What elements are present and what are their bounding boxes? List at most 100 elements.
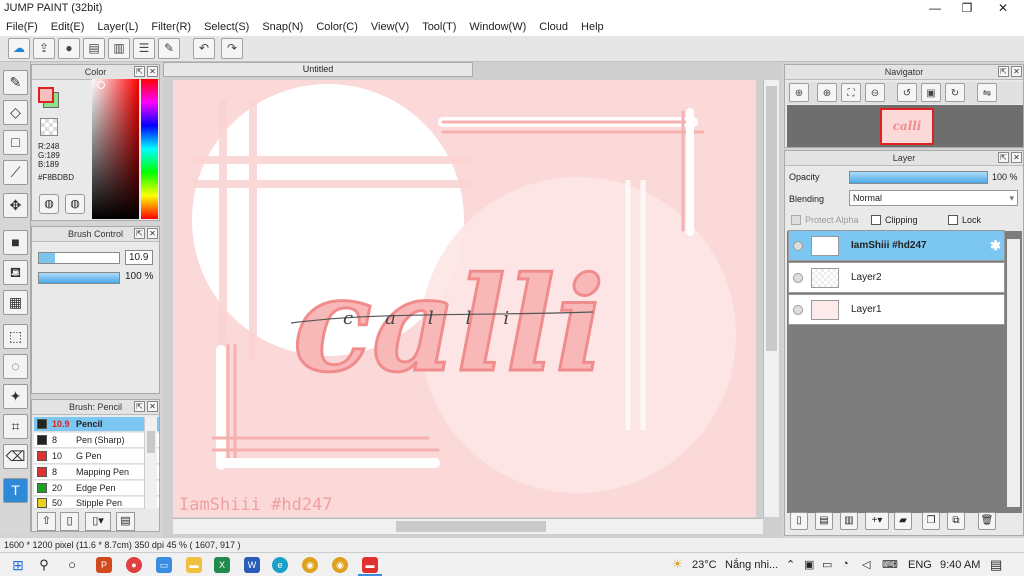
menu-snap[interactable]: Snap(N): [256, 21, 310, 33]
windows-start-icon[interactable]: ⊞: [10, 557, 26, 573]
flip-icon[interactable]: ⇋: [977, 83, 997, 102]
text-tool-icon[interactable]: T: [3, 478, 28, 503]
palette-icon[interactable]: ◍: [39, 194, 59, 214]
edit-list-icon[interactable]: ✎: [158, 38, 180, 59]
brush-size-slider[interactable]: [38, 252, 120, 264]
canvas[interactable]: calli calli IamShiii #hd247: [173, 80, 756, 517]
visibility-icon[interactable]: [793, 240, 803, 251]
brush-item-g-pen[interactable]: 10 G Pen: [34, 449, 159, 464]
document-tab[interactable]: Untitled: [163, 62, 473, 77]
layer-list-scrollbar[interactable]: [1007, 239, 1020, 507]
new-raster-layer-icon[interactable]: ▤: [815, 512, 833, 530]
hue-slider[interactable]: [141, 79, 158, 219]
brush-item-mapping-pen[interactable]: 8 Mapping Pen: [34, 465, 159, 480]
language-indicator[interactable]: ENG: [908, 559, 932, 571]
rectangle-tool-icon[interactable]: □: [3, 130, 28, 155]
zoom-in-icon[interactable]: ⊕: [817, 83, 837, 102]
brush-opacity-slider[interactable]: [38, 272, 120, 284]
undock-icon[interactable]: ⇱: [998, 152, 1009, 163]
brush-settings-doc-icon[interactable]: ▤: [116, 512, 135, 531]
document-icon[interactable]: ▥: [108, 38, 130, 59]
vertical-scroll-thumb[interactable]: [766, 86, 777, 351]
menu-edit[interactable]: Edit(E): [45, 21, 92, 33]
brush-list-scrollbar[interactable]: [144, 417, 157, 509]
saturation-value-picker[interactable]: [92, 79, 139, 219]
layer-row-text[interactable]: IamShiii #hd247 ✱: [788, 230, 1005, 261]
close-icon[interactable]: ✕: [1011, 152, 1022, 163]
undock-icon[interactable]: ⇱: [998, 66, 1009, 77]
move-tool-icon[interactable]: ✥: [3, 193, 28, 218]
battery-icon[interactable]: ▭: [822, 558, 832, 571]
fill-rect-tool-icon[interactable]: ■: [3, 230, 28, 255]
brush-upload-icon[interactable]: ⇧: [37, 512, 56, 531]
word-icon[interactable]: W: [244, 557, 260, 573]
canvas-vertical-scrollbar[interactable]: [763, 80, 779, 517]
close-button[interactable]: ✕: [986, 0, 1020, 17]
volume-icon[interactable]: ◁: [862, 558, 870, 571]
zoom-out-icon[interactable]: ⊖: [865, 83, 885, 102]
brush-tool-icon[interactable]: ✎: [3, 70, 28, 95]
navigator-preview-area[interactable]: calli: [787, 105, 1023, 147]
cloud-icon[interactable]: ☁: [8, 38, 30, 59]
bucket-tool-icon[interactable]: ⛾: [3, 260, 28, 285]
chrome-icon[interactable]: ◉: [302, 557, 318, 573]
redo-icon[interactable]: ↷: [221, 38, 243, 59]
excel-icon[interactable]: X: [214, 557, 230, 573]
main-color-swatch[interactable]: [38, 87, 54, 103]
clipping-checkbox[interactable]: [871, 215, 881, 225]
canvas-horizontal-scrollbar[interactable]: [173, 518, 763, 534]
menu-window[interactable]: Window(W): [463, 21, 533, 33]
clock[interactable]: 9:40 AM: [940, 559, 980, 571]
close-icon[interactable]: ✕: [1011, 66, 1022, 77]
palette-edit-icon[interactable]: ◍: [65, 194, 85, 214]
merge-layer-icon[interactable]: ⧉: [947, 512, 965, 530]
duplicate-layer-icon[interactable]: ❐: [922, 512, 940, 530]
layer-row-layer2[interactable]: Layer2: [788, 262, 1005, 293]
menu-view[interactable]: View(V): [365, 21, 416, 33]
add-layer-menu-icon[interactable]: +▾: [865, 512, 889, 530]
layer-settings-icon[interactable]: ✱: [990, 238, 1001, 254]
brush-add-menu-icon[interactable]: ▯▾: [85, 512, 111, 531]
magic-wand-icon[interactable]: ✦: [3, 384, 28, 409]
menu-tool[interactable]: Tool(T): [416, 21, 463, 33]
weather-text[interactable]: Nắng nhi...: [725, 559, 778, 571]
file-explorer-icon[interactable]: ▬: [186, 557, 202, 573]
keyboard-icon[interactable]: ⌨: [882, 558, 898, 571]
rotate-left-icon[interactable]: ↺: [897, 83, 917, 102]
visibility-icon[interactable]: [793, 272, 803, 283]
powerpoint-icon[interactable]: P: [96, 557, 112, 573]
share-icon[interactable]: ⇪: [33, 38, 55, 59]
fit-icon[interactable]: ⛶: [841, 83, 861, 102]
brush-item-pencil[interactable]: 10.9 Pencil ✱: [34, 417, 159, 432]
list-icon[interactable]: ☰: [133, 38, 155, 59]
reset-rotation-icon[interactable]: ▣: [921, 83, 941, 102]
new-layer-icon[interactable]: ▯: [790, 512, 808, 530]
menu-select[interactable]: Select(S): [198, 21, 256, 33]
eraser-tool-icon[interactable]: ◇: [3, 100, 28, 125]
close-icon[interactable]: ✕: [147, 401, 158, 412]
layer-opacity-slider[interactable]: [849, 171, 988, 184]
minimize-button[interactable]: —: [918, 0, 952, 17]
desktop-app-icon[interactable]: ▭: [156, 557, 172, 573]
layer-row-layer1[interactable]: Layer1: [788, 294, 1005, 325]
blending-select[interactable]: Normal ▾: [849, 190, 1018, 206]
undo-icon[interactable]: ↶: [193, 38, 215, 59]
menu-filter[interactable]: Filter(R): [145, 21, 198, 33]
delete-layer-icon[interactable]: 🗑: [978, 512, 996, 530]
message-icon[interactable]: ▤: [83, 38, 105, 59]
menu-color[interactable]: Color(C): [310, 21, 365, 33]
select-pen-icon[interactable]: ⌗: [3, 414, 28, 439]
navigator-thumbnail[interactable]: calli: [880, 108, 934, 145]
new-brush-icon[interactable]: ▯: [60, 512, 79, 531]
notification-icon[interactable]: ▤: [990, 557, 1002, 573]
rotate-right-icon[interactable]: ↻: [945, 83, 965, 102]
lock-checkbox[interactable]: [948, 215, 958, 225]
undock-icon[interactable]: ⇱: [134, 228, 145, 239]
chevron-up-icon[interactable]: ⌃: [786, 558, 795, 571]
undock-icon[interactable]: ⇱: [134, 66, 145, 77]
weather-temp[interactable]: 23°C: [692, 559, 717, 571]
task-view-icon[interactable]: ○: [64, 557, 80, 573]
new-text-layer-icon[interactable]: ▥: [840, 512, 858, 530]
menu-help[interactable]: Help: [575, 21, 611, 33]
camera-icon[interactable]: ▣: [804, 558, 814, 571]
